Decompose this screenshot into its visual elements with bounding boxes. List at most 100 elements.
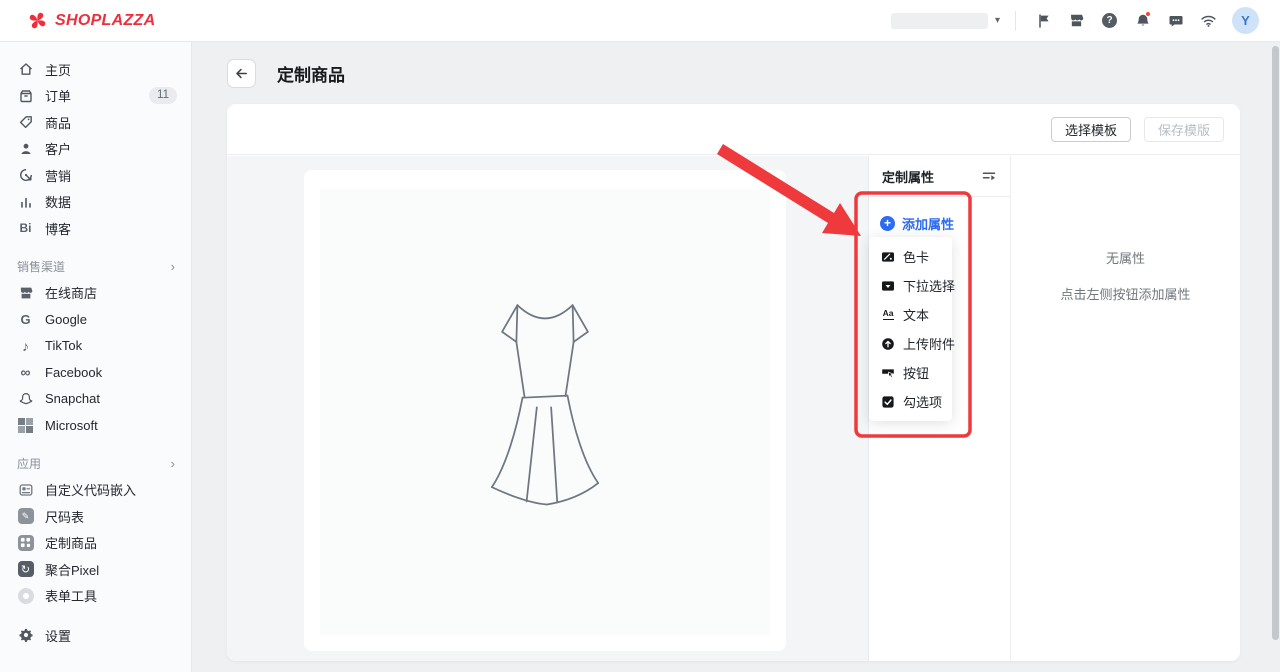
topbar-divider — [1015, 11, 1016, 31]
menu-item-button[interactable]: 按钮 — [869, 358, 952, 387]
empty-state-hint: 点击左侧按钮添加属性 — [1011, 284, 1240, 303]
sidebar-item-label: 表单工具 — [45, 586, 97, 605]
menu-item-label: 色卡 — [903, 247, 929, 266]
page-title: 定制商品 — [277, 61, 345, 86]
form-tool-icon — [18, 588, 34, 604]
avatar[interactable]: Y — [1232, 7, 1259, 34]
sidebar-item-label: 主页 — [45, 60, 71, 79]
flag-icon[interactable] — [1027, 7, 1060, 35]
sidebar-item-label: 自定义代码嵌入 — [45, 480, 136, 499]
sidebar-item-label: 博客 — [45, 219, 71, 238]
add-attribute-button[interactable]: + 添加属性 — [880, 213, 954, 233]
menu-item-label: 上传附件 — [903, 334, 955, 353]
product-canvas[interactable] — [320, 189, 770, 635]
orders-count-badge: 11 — [149, 87, 177, 104]
sidebar-section-sales-channels[interactable]: 销售渠道 › — [0, 254, 191, 280]
logo-text: SHOPLAZZA — [55, 12, 155, 30]
back-button[interactable] — [227, 59, 256, 88]
add-attribute-label: 添加属性 — [902, 214, 954, 233]
color-card-icon — [881, 250, 895, 264]
sidebar-item-label: 营销 — [45, 166, 71, 185]
google-icon: G — [17, 311, 34, 328]
scrollbar-thumb[interactable] — [1272, 46, 1279, 640]
sidebar-item-label: 设置 — [45, 626, 71, 645]
button-cursor-icon — [881, 366, 895, 380]
sidebar-item-marketing[interactable]: 营销 — [0, 162, 191, 189]
sidebar-item-products[interactable]: 商品 — [0, 109, 191, 136]
notification-dot — [1145, 11, 1151, 17]
section-label: 应用 — [17, 455, 41, 472]
sidebar-item-home[interactable]: 主页 — [0, 56, 191, 83]
menu-item-text[interactable]: Aa 文本 — [869, 300, 952, 329]
menu-item-checkbox[interactable]: 勾选项 — [869, 387, 952, 416]
store-selector[interactable] — [891, 13, 988, 29]
menu-item-color-card[interactable]: 色卡 — [869, 242, 952, 271]
sidebar-item-snapchat[interactable]: Snapchat — [0, 386, 191, 413]
sidebar-item-label: 数据 — [45, 192, 71, 211]
sidebar-item-label: 定制商品 — [45, 533, 97, 552]
save-template-button[interactable]: 保存模版 — [1144, 117, 1224, 142]
meta-icon: ∞ — [17, 364, 34, 381]
arrow-left-icon — [234, 66, 249, 81]
panel-title: 定制属性 — [882, 167, 934, 186]
sidebar-item-online-store[interactable]: 在线商店 — [0, 280, 191, 307]
sidebar-item-pixel[interactable]: ↻ 聚合Pixel — [0, 556, 191, 583]
menu-item-label: 勾选项 — [903, 392, 942, 411]
select-template-button[interactable]: 选择模板 — [1051, 117, 1131, 142]
help-icon[interactable]: ? — [1093, 7, 1126, 35]
notifications-bell-icon[interactable] — [1126, 7, 1159, 35]
plus-icon: + — [880, 216, 895, 231]
microsoft-grid-icon — [17, 417, 34, 434]
sidebar-item-settings[interactable]: 设置 — [0, 622, 191, 649]
sidebar-item-custom-product[interactable]: 定制商品 — [0, 530, 191, 557]
sidebar-item-label: Snapchat — [45, 391, 100, 406]
attributes-empty-state: 无属性 点击左侧按钮添加属性 — [1010, 156, 1240, 661]
wifi-icon[interactable] — [1192, 7, 1225, 35]
chevron-down-icon[interactable]: ▾ — [995, 15, 1000, 26]
sidebar-item-microsoft[interactable]: Microsoft — [0, 412, 191, 439]
sidebar-item-form-tool[interactable]: 表单工具 — [0, 583, 191, 610]
person-icon — [17, 140, 34, 157]
sidebar-item-label: Facebook — [45, 365, 102, 380]
shoplazza-logo[interactable]: SHOPLAZZA — [0, 10, 155, 31]
menu-item-upload-attachment[interactable]: 上传附件 — [869, 329, 952, 358]
sidebar-item-label: TikTok — [45, 338, 82, 353]
sidebar-item-custom-code[interactable]: 自定义代码嵌入 — [0, 477, 191, 504]
snapchat-ghost-icon — [17, 390, 34, 407]
home-icon — [17, 61, 34, 78]
messages-icon[interactable] — [1159, 7, 1192, 35]
menu-item-label: 按钮 — [903, 363, 929, 382]
storefront-icon — [17, 284, 34, 301]
sidebar-item-google[interactable]: G Google — [0, 306, 191, 333]
sidebar-item-customers[interactable]: 客户 — [0, 136, 191, 163]
sidebar-item-facebook[interactable]: ∞ Facebook — [0, 359, 191, 386]
sidebar-item-orders[interactable]: 订单 11 — [0, 83, 191, 110]
sidebar-section-apps[interactable]: 应用 › — [0, 451, 191, 477]
code-embed-icon — [17, 481, 34, 498]
size-chart-pencil-icon: ✎ — [18, 508, 34, 524]
storefront-icon[interactable] — [1060, 7, 1093, 35]
dress-illustration — [483, 297, 607, 527]
sidebar-item-label: Microsoft — [45, 418, 98, 433]
section-label: 销售渠道 — [17, 258, 65, 275]
sidebar-item-blog[interactable]: Bi 博客 — [0, 215, 191, 242]
sidebar-item-label: Google — [45, 312, 87, 327]
blog-icon: Bi — [17, 220, 34, 237]
menu-item-dropdown-select[interactable]: 下拉选择 — [869, 271, 952, 300]
marketing-target-icon — [17, 167, 34, 184]
sidebar-item-label: 订单 — [45, 86, 71, 105]
gear-icon — [17, 627, 34, 644]
sidebar-item-size-chart[interactable]: ✎ 尺码表 — [0, 503, 191, 530]
sidebar-item-tiktok[interactable]: ♪ TikTok — [0, 333, 191, 360]
sidebar: 主页 订单 11 商品 客户 营销 数据 Bi 博客 销售渠道 › 在线商店 G… — [0, 42, 192, 672]
topbar: SHOPLAZZA ▾ ? Y — [0, 0, 1280, 42]
sidebar-item-label: 客户 — [45, 139, 71, 158]
chevron-right-icon: › — [171, 456, 175, 471]
tiktok-icon: ♪ — [17, 337, 34, 354]
sidebar-item-analytics[interactable]: 数据 — [0, 189, 191, 216]
orders-icon — [17, 87, 34, 104]
collapse-panel-icon[interactable] — [981, 168, 997, 184]
canvas-card — [304, 170, 786, 651]
bar-chart-icon — [17, 193, 34, 210]
sidebar-item-label: 在线商店 — [45, 283, 97, 302]
